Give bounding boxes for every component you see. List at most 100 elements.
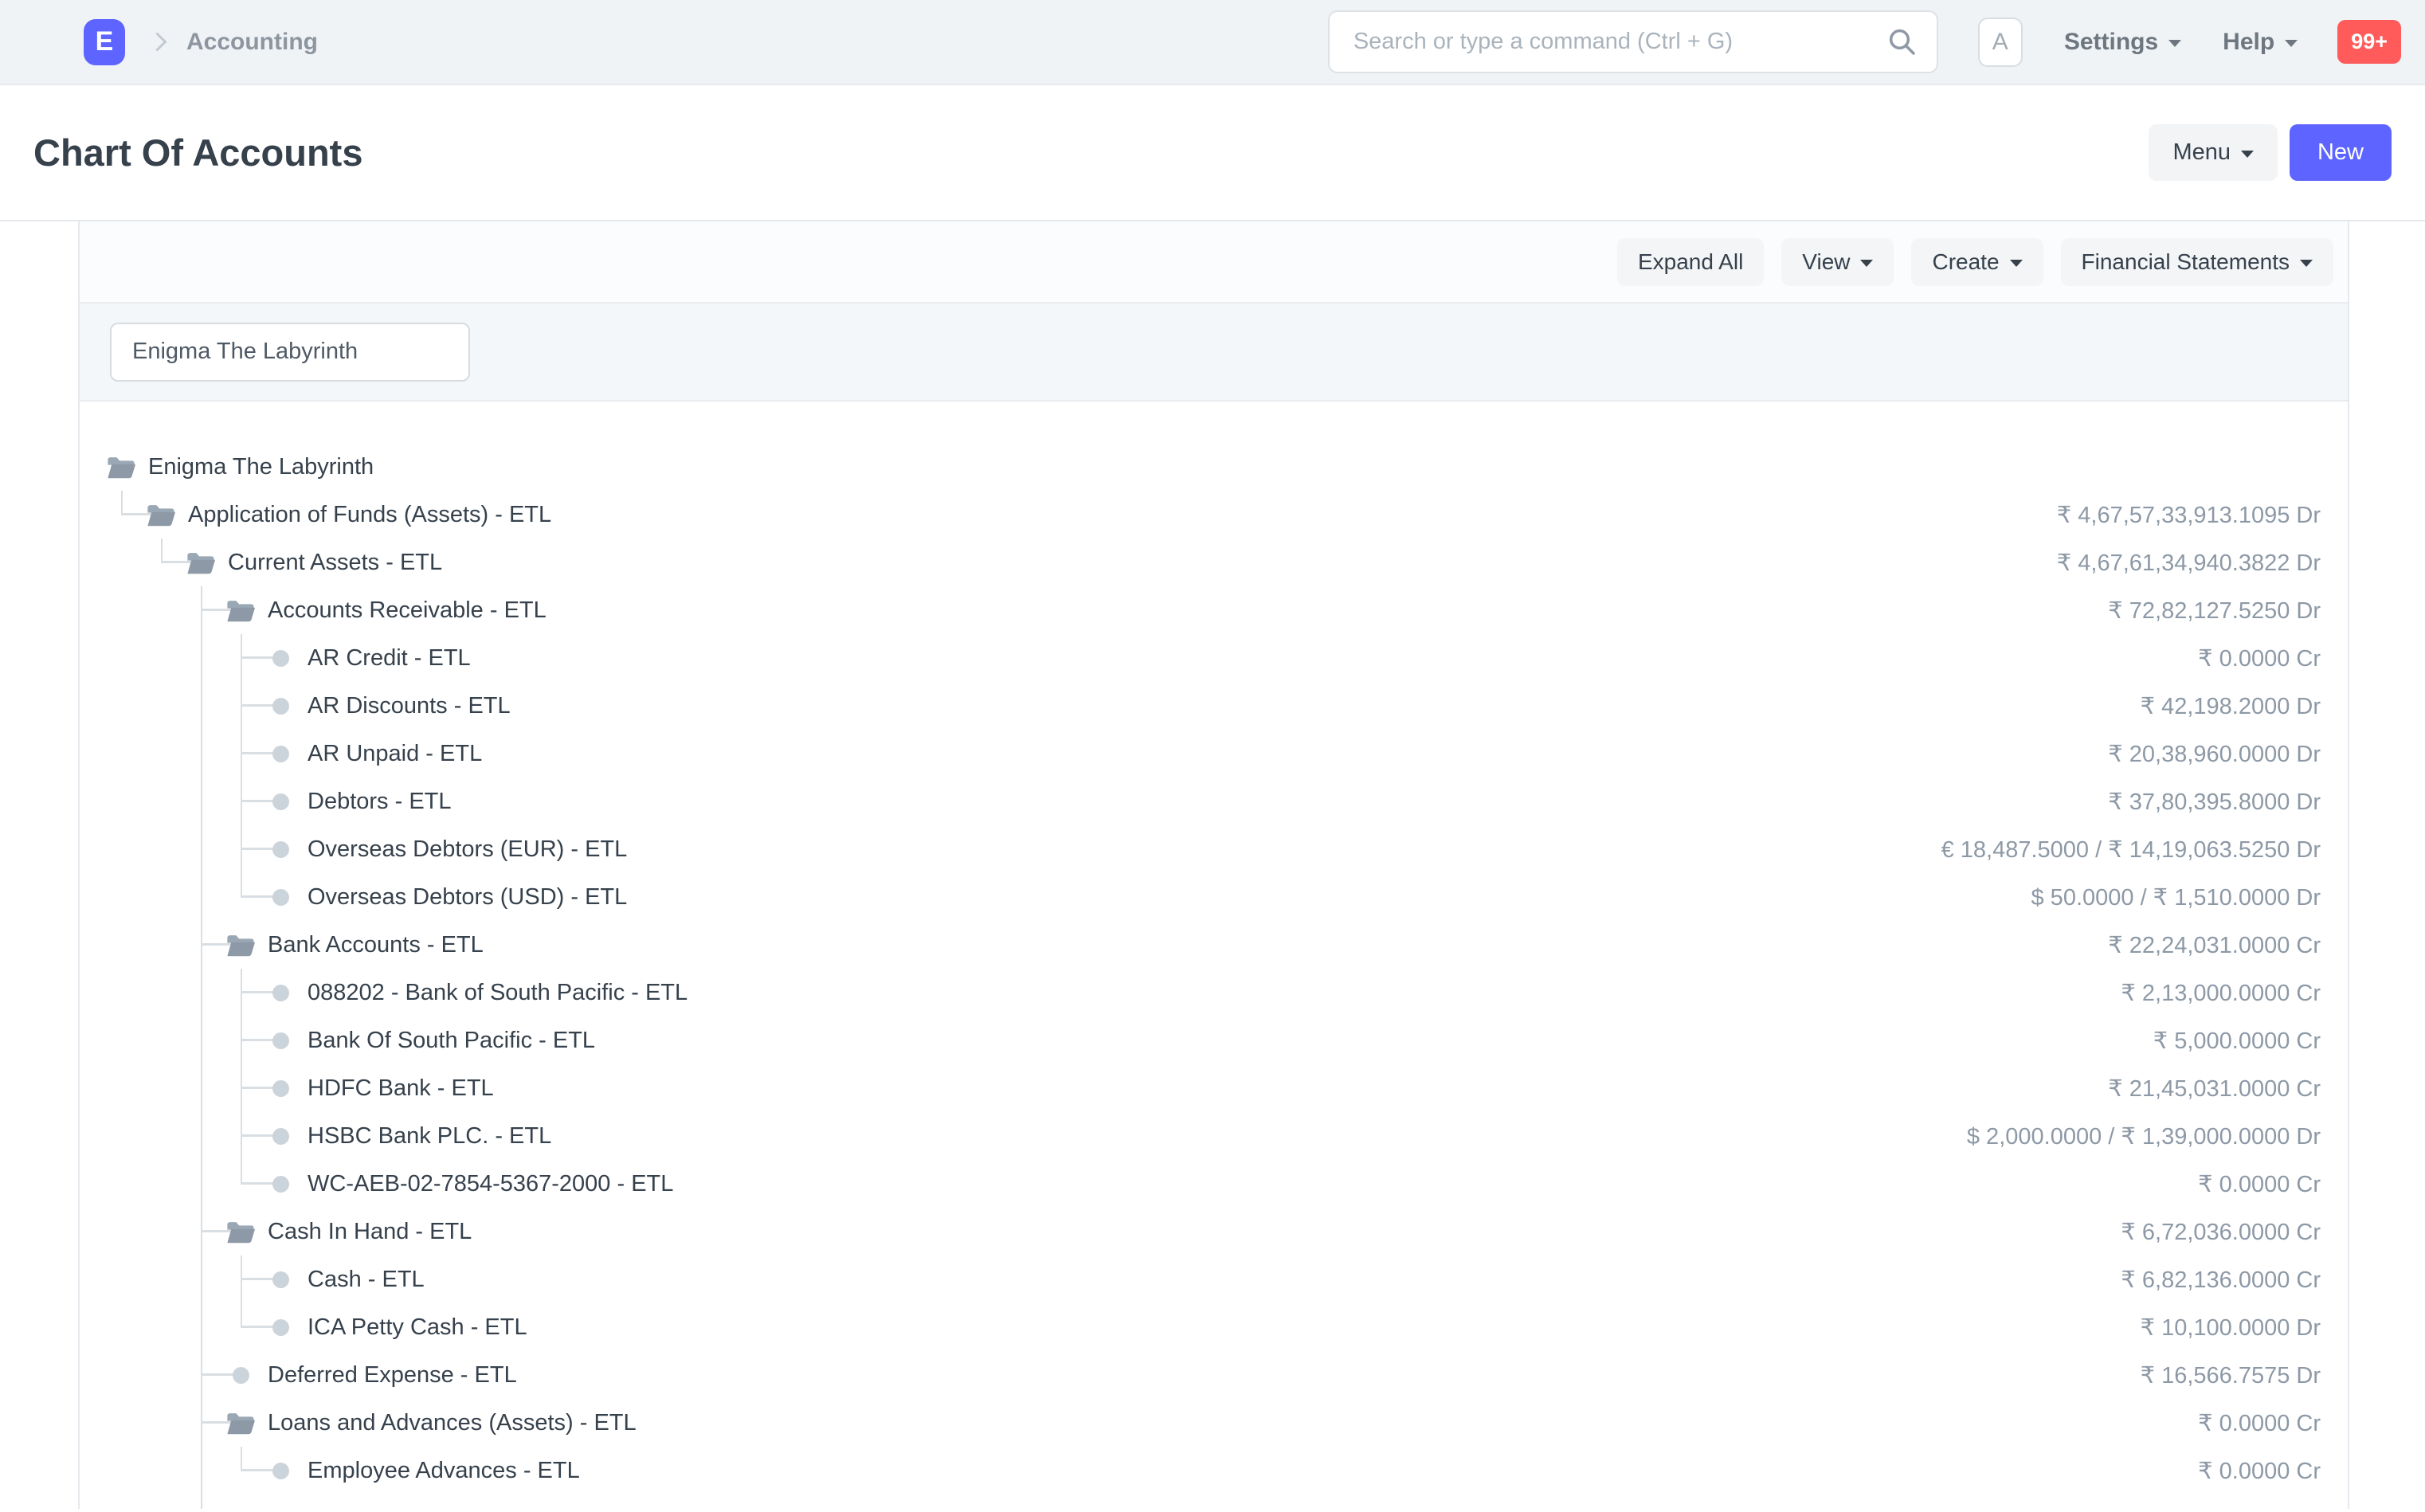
- tree-node-row[interactable]: AR Unpaid - ETL₹ 20,38,960.0000 Dr: [264, 730, 2321, 778]
- dot-icon: [264, 690, 296, 722]
- page-actions: Menu New: [2149, 124, 2392, 181]
- company-input[interactable]: [110, 323, 470, 382]
- caret-down-icon: [2241, 151, 2254, 158]
- caret-down-icon: [2300, 260, 2313, 267]
- tree-node-balance: ₹ 22,24,031.0000 Cr: [2108, 931, 2321, 959]
- page-head: Chart Of Accounts Menu New: [0, 85, 2425, 221]
- tree-node-balance: ₹ 16,566.7575 Dr: [2141, 1361, 2321, 1389]
- tree-node-row[interactable]: Current Assets - ETL₹ 4,67,61,34,940.382…: [185, 539, 2321, 586]
- tree-node-balance: ₹ 37,80,395.8000 Dr: [2108, 788, 2321, 816]
- financial-statements-button[interactable]: Financial Statements: [2061, 238, 2333, 286]
- tree-node-label: AR Discounts - ETL: [308, 693, 511, 719]
- page-container: Expand All View Create Financial Stateme…: [78, 221, 2349, 1509]
- tree-node-label: Overseas Debtors (EUR) - ETL: [308, 836, 627, 863]
- dot-icon: [225, 1359, 257, 1391]
- folder-open-icon: [225, 594, 257, 626]
- tree-node-balance: € 18,487.5000 / ₹ 14,19,063.5250 Dr: [1941, 836, 2321, 864]
- menu-button[interactable]: Menu: [2149, 124, 2278, 181]
- tree-node-row[interactable]: Employee Advances - ETL ₹ 0.0000 Cr: [264, 1447, 2321, 1494]
- tree-node-row[interactable]: 088202 - Bank of South Pacific - ETL₹ 2,…: [264, 969, 2321, 1016]
- help-menu[interactable]: Help: [2223, 29, 2298, 56]
- tree-node-row[interactable]: HDFC Bank - ETL₹ 21,45,031.0000 Cr: [264, 1064, 2321, 1112]
- tree-node-balance: ₹ 2,13,000.0000 Cr: [2121, 979, 2321, 1007]
- tree-node-label: AR Unpaid - ETL: [308, 741, 482, 767]
- notifications-badge[interactable]: 99+: [2337, 20, 2401, 64]
- tree-node-balance: ₹ 42,198.2000 Dr: [2141, 692, 2321, 720]
- new-button-label: New: [2317, 139, 2364, 166]
- tree-node: Debtors - ETL₹ 37,80,395.8000 Dr: [242, 778, 2321, 825]
- tree-node: HSBC Bank PLC. - ETL$ 2,000.0000 / ₹ 1,3…: [242, 1112, 2321, 1160]
- tree-node-row[interactable]: Petty Cash - ETL₹ 0.0000 Cr: [225, 1494, 2321, 1509]
- dot-icon: [264, 1263, 296, 1295]
- tree-node: 088202 - Bank of South Pacific - ETL₹ 2,…: [242, 969, 2321, 1016]
- tree-node-label: AR Credit - ETL: [308, 645, 471, 672]
- expand-all-button[interactable]: Expand All: [1617, 238, 1764, 286]
- tree-node: AR Credit - ETL ₹ 0.0000 Cr: [242, 634, 2321, 682]
- tree-node-label: Enigma The Labyrinth: [148, 454, 374, 480]
- settings-menu[interactable]: Settings: [2064, 29, 2181, 56]
- tree-node-row[interactable]: AR Discounts - ETL ₹ 42,198.2000 Dr: [264, 682, 2321, 730]
- tree-node: Deferred Expense - ETL₹ 16,566.7575 Dr: [202, 1351, 2321, 1399]
- tree-node-label: Cash In Hand - ETL: [268, 1219, 472, 1245]
- tree-node-row[interactable]: Deferred Expense - ETL₹ 16,566.7575 Dr: [225, 1351, 2321, 1399]
- accounts-tree: Enigma The Labyrinth Application of Funds…: [80, 402, 2348, 1509]
- tree-node-row[interactable]: WC-AEB-02-7854-5367-2000 - ETL₹ 0.0000 C…: [264, 1160, 2321, 1208]
- tree-node-row[interactable]: HSBC Bank PLC. - ETL$ 2,000.0000 / ₹ 1,3…: [264, 1112, 2321, 1160]
- tree-node-row[interactable]: Bank Of South Pacific - ETL ₹ 5,000.0000 …: [264, 1016, 2321, 1064]
- dot-icon: [264, 1072, 296, 1104]
- tree-node-label: Cash - ETL: [308, 1267, 425, 1293]
- tree-node: Cash In Hand - ETL₹ 6,72,036.0000 CrCash…: [202, 1208, 2321, 1351]
- dot-icon: [264, 785, 296, 817]
- breadcrumb-accounting[interactable]: Accounting: [186, 29, 318, 56]
- dot-icon: [264, 642, 296, 674]
- tree-node-row[interactable]: Overseas Debtors (EUR) - ETL € 18,487.500…: [264, 825, 2321, 873]
- dot-icon: [264, 1120, 296, 1152]
- filter-section: [80, 304, 2348, 402]
- tree-node-label: Overseas Debtors (USD) - ETL: [308, 884, 627, 911]
- search-input[interactable]: [1328, 10, 1938, 73]
- tree-node: Accounts Receivable - ETL₹ 72,82,127.525…: [202, 586, 2321, 921]
- view-label: View: [1802, 249, 1850, 275]
- tree-node-balance: ₹ 0.0000 Cr: [2198, 1457, 2321, 1485]
- app-logo[interactable]: E: [84, 19, 125, 65]
- avatar[interactable]: A: [1978, 18, 2023, 67]
- tree-node-balance: ₹ 0.0000 Cr: [2198, 1409, 2321, 1437]
- tree-node-row[interactable]: Accounts Receivable - ETL₹ 72,82,127.525…: [225, 586, 2321, 634]
- tree-node: AR Unpaid - ETL₹ 20,38,960.0000 Dr: [242, 730, 2321, 778]
- view-button[interactable]: View: [1781, 238, 1894, 286]
- dot-icon: [264, 977, 296, 1009]
- tree-node-balance: ₹ 5,000.0000 Cr: [2153, 1027, 2321, 1055]
- tree-node-balance: ₹ 0.0000 Cr: [2198, 644, 2321, 672]
- tree-node-row[interactable]: Cash - ETL₹ 6,82,136.0000 Cr: [264, 1255, 2321, 1303]
- tree-node-label: Application of Funds (Assets) - ETL: [188, 502, 551, 528]
- help-label: Help: [2223, 29, 2274, 56]
- tree-node-row[interactable]: Cash In Hand - ETL₹ 6,72,036.0000 Cr: [225, 1208, 2321, 1255]
- folder-open-icon: [225, 1407, 257, 1439]
- tree-toolbar: Expand All View Create Financial Stateme…: [80, 221, 2348, 304]
- tree-node: Petty Cash - ETL₹ 0.0000 Cr: [202, 1494, 2321, 1509]
- tree-node-row[interactable]: ICA Petty Cash - ETL₹ 10,100.0000 Dr: [264, 1303, 2321, 1351]
- create-button[interactable]: Create: [1911, 238, 2043, 286]
- settings-label: Settings: [2064, 29, 2158, 56]
- dot-icon: [225, 1502, 257, 1509]
- tree-node: ICA Petty Cash - ETL₹ 10,100.0000 Dr: [242, 1303, 2321, 1351]
- tree-node: HDFC Bank - ETL₹ 21,45,031.0000 Cr: [242, 1064, 2321, 1112]
- new-button[interactable]: New: [2290, 124, 2392, 181]
- tree-node-row[interactable]: Debtors - ETL₹ 37,80,395.8000 Dr: [264, 778, 2321, 825]
- tree-node-label: Employee Advances - ETL: [308, 1458, 580, 1484]
- tree-node-row[interactable]: Overseas Debtors (USD) - ETL$ 50.0000 / …: [264, 873, 2321, 921]
- create-label: Create: [1932, 249, 1999, 275]
- tree-node-row[interactable]: AR Credit - ETL ₹ 0.0000 Cr: [264, 634, 2321, 682]
- expand-all-label: Expand All: [1638, 249, 1743, 275]
- tree-node: Cash - ETL₹ 6,82,136.0000 Cr: [242, 1255, 2321, 1303]
- folder-open-icon: [105, 451, 137, 483]
- tree-node-row[interactable]: Bank Accounts - ETL₹ 22,24,031.0000 Cr: [225, 921, 2321, 969]
- tree-children: Application of Funds (Assets) - ETL₹ 4,6…: [121, 491, 2321, 1509]
- dot-icon: [264, 1311, 296, 1343]
- tree-node-row[interactable]: Enigma The Labyrinth: [105, 443, 2321, 491]
- tree-node-label: Petty Cash - ETL: [268, 1506, 444, 1510]
- tree-node-label: Bank Of South Pacific - ETL: [308, 1028, 595, 1054]
- financial-statements-label: Financial Statements: [2082, 249, 2290, 275]
- tree-node-row[interactable]: Application of Funds (Assets) - ETL₹ 4,6…: [145, 491, 2321, 539]
- tree-node-row[interactable]: Loans and Advances (Assets) - ETL₹ 0.000…: [225, 1399, 2321, 1447]
